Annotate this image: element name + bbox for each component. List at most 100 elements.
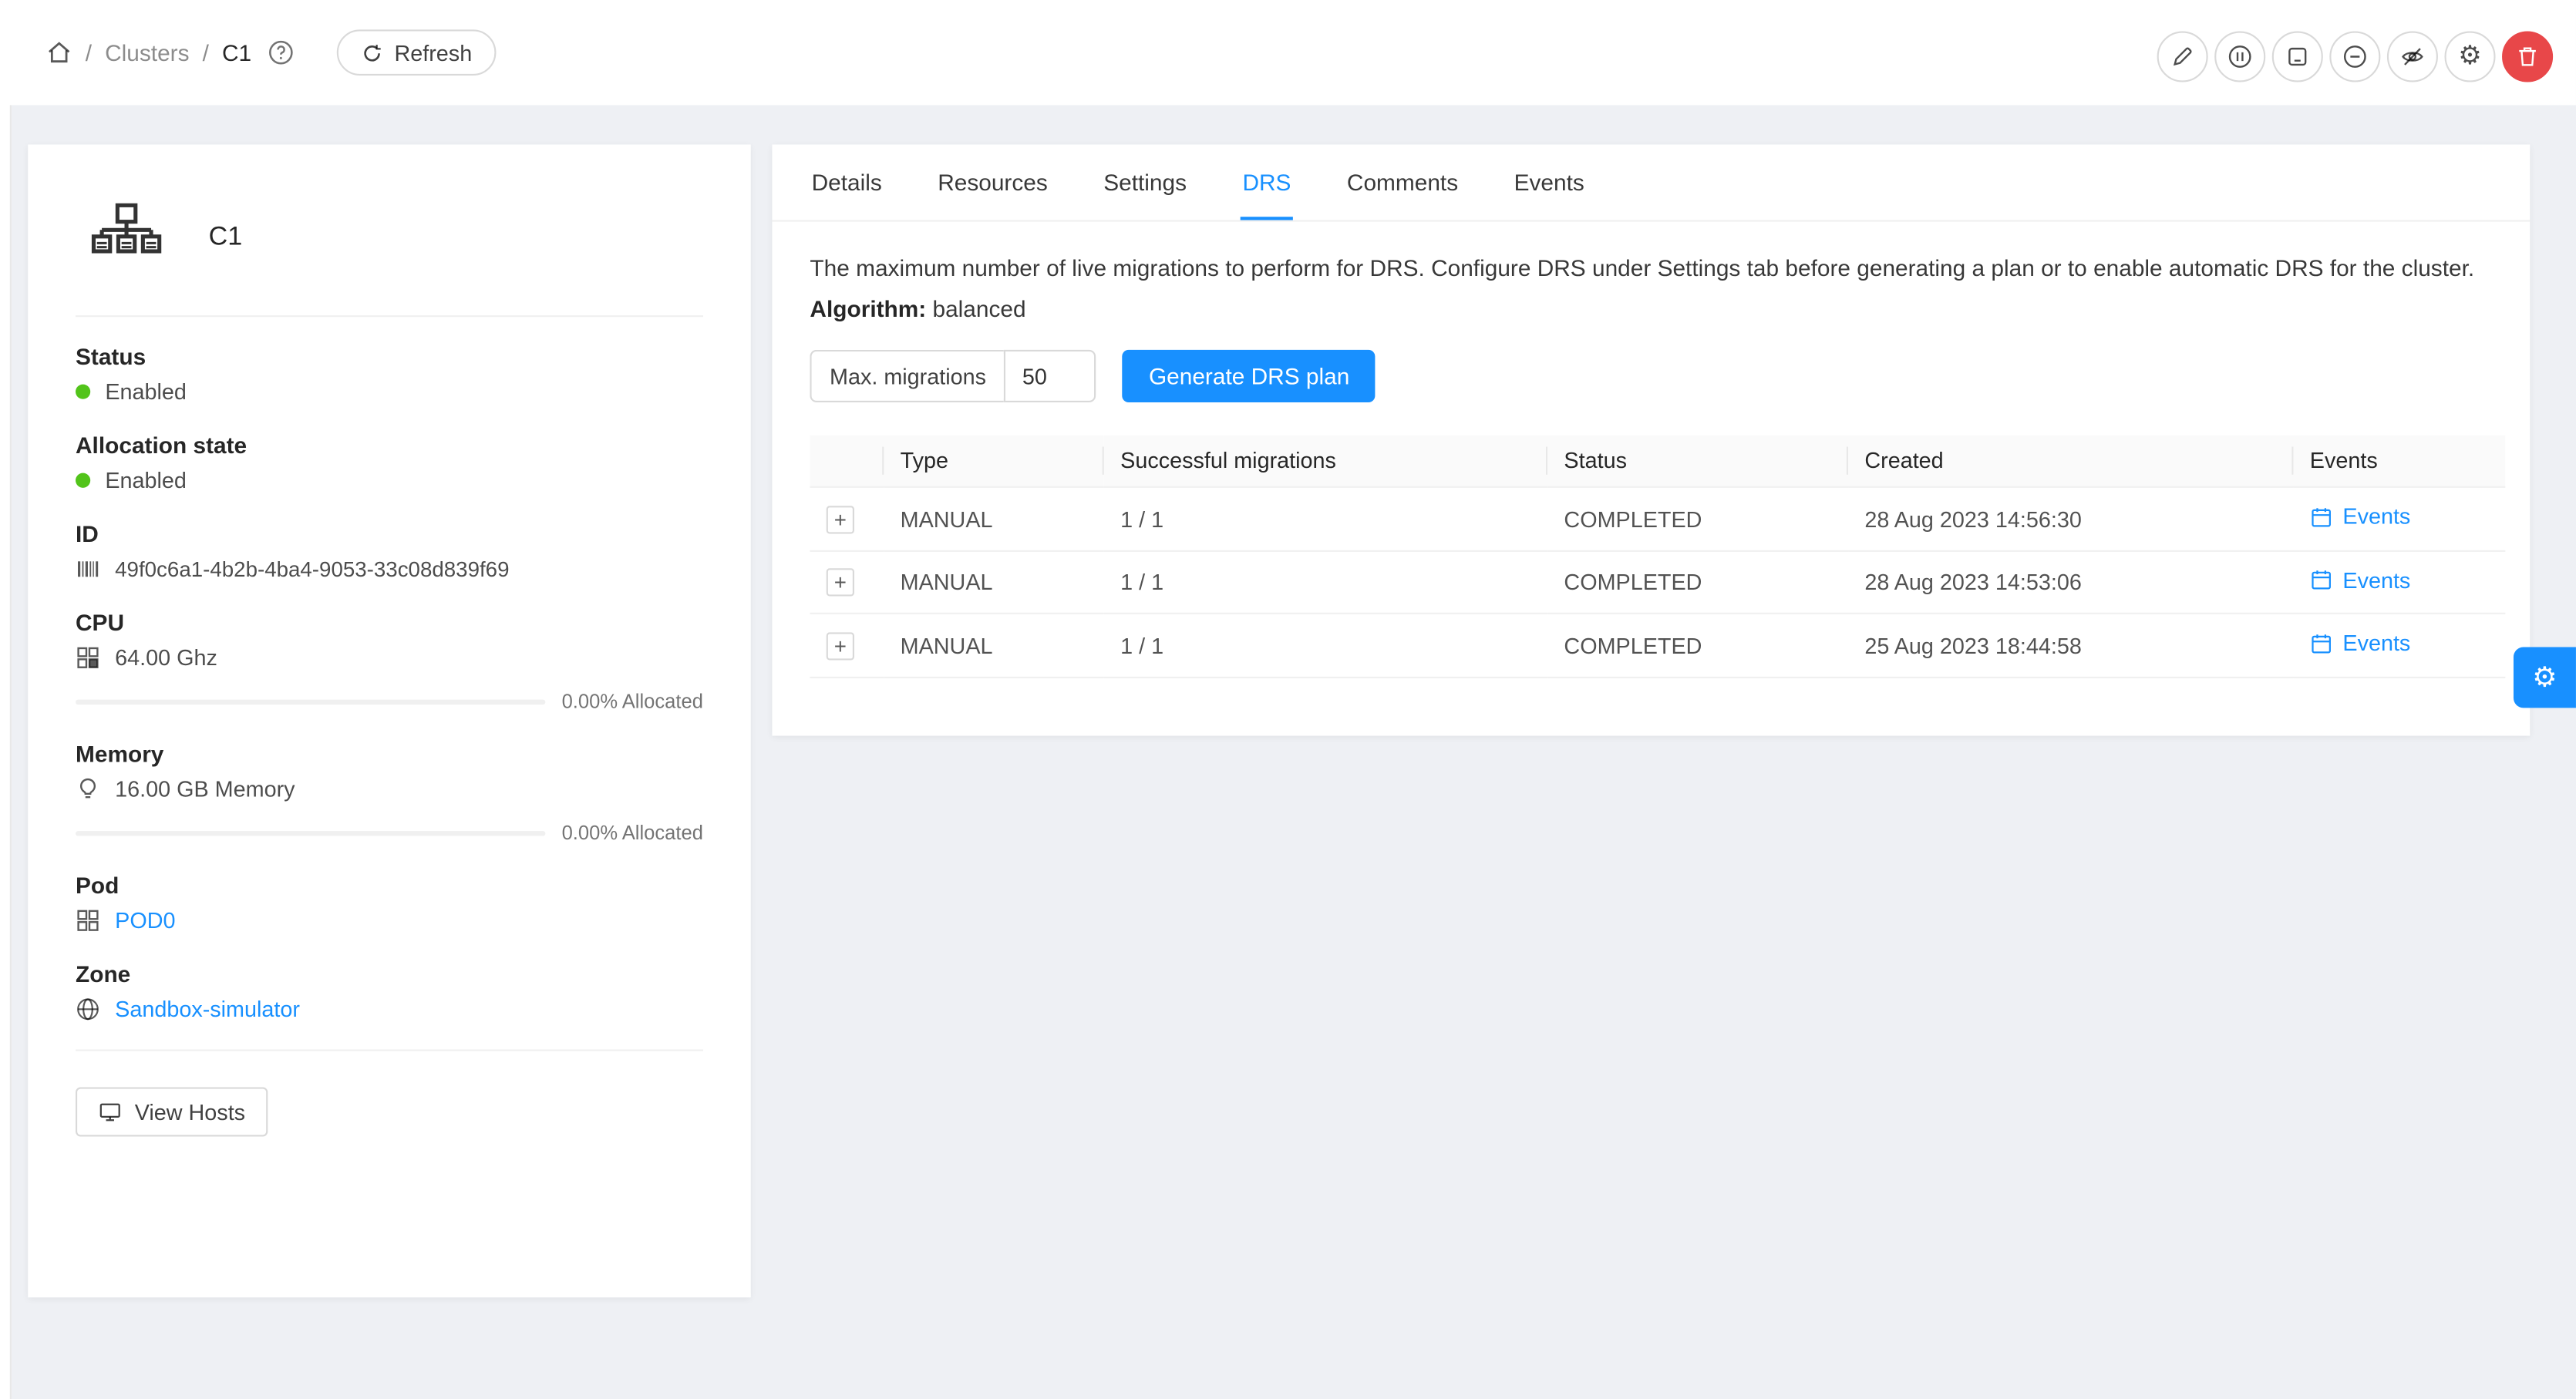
pod-link[interactable]: POD0: [115, 908, 175, 933]
resource-header: C1: [76, 187, 703, 289]
tab-drs[interactable]: DRS: [1241, 145, 1292, 220]
cell-type: MANUAL: [884, 487, 1104, 550]
breadcrumb-separator: /: [203, 39, 209, 66]
manage-cluster-button[interactable]: [2272, 31, 2323, 82]
breadcrumb-clusters[interactable]: Clusters: [105, 39, 189, 66]
generate-drs-plan-button[interactable]: Generate DRS plan: [1123, 350, 1376, 402]
field-label: Zone: [76, 960, 703, 987]
refresh-label: Refresh: [394, 40, 472, 65]
home-icon[interactable]: [46, 39, 72, 66]
cell-status: COMPLETED: [1547, 550, 1848, 614]
divider: [76, 315, 703, 317]
algorithm-value: balanced: [933, 296, 1026, 322]
breadcrumb: / Clusters / C1 Refresh: [46, 0, 497, 105]
expand-row-button[interactable]: +: [827, 631, 854, 659]
cell-expand: +: [810, 550, 884, 614]
cpu-icon: [76, 645, 100, 670]
disable-cluster-button[interactable]: [2214, 31, 2265, 82]
pod-icon: [76, 908, 100, 933]
memory-progress-bar: [76, 830, 545, 835]
tab-details[interactable]: Details: [810, 145, 883, 220]
view-hosts-label: View Hosts: [135, 1100, 245, 1125]
tab-resources[interactable]: Resources: [936, 145, 1049, 220]
monitor-icon: [99, 1101, 122, 1124]
table-header-row: Type Successful migrations Status Create…: [810, 436, 2505, 487]
question-circle-icon[interactable]: [268, 39, 294, 66]
memory-allocated: 0.00% Allocated: [562, 821, 703, 844]
tab-bar: Details Resources Settings DRS Comments …: [772, 145, 2530, 222]
globe-icon: [76, 997, 100, 1021]
calendar-icon: [2310, 506, 2333, 529]
memory-value: 16.00 GB Memory: [115, 777, 295, 802]
tab-comments[interactable]: Comments: [1345, 145, 1460, 220]
table-row: + MANUAL 1 / 1 COMPLETED 28 Aug 2023 14:…: [810, 550, 2505, 614]
collapsed-sidebar: [0, 0, 12, 1399]
edit-button[interactable]: [2157, 31, 2208, 82]
cpu-progress-bar: [76, 699, 545, 704]
cell-created: 25 Aug 2023 18:44:58: [1848, 614, 2293, 677]
table-row: + MANUAL 1 / 1 COMPLETED 28 Aug 2023 14:…: [810, 487, 2505, 550]
out-of-band-button[interactable]: [2387, 31, 2438, 82]
unmanage-cluster-button[interactable]: [2329, 31, 2380, 82]
bulb-icon: [76, 777, 100, 802]
pencil-icon: [2170, 45, 2195, 69]
cell-status: COMPLETED: [1547, 614, 1848, 677]
field-label: ID: [76, 520, 703, 546]
cpu-value: 64.00 Ghz: [115, 645, 217, 670]
pause-circle-icon: [2227, 45, 2252, 69]
divider: [76, 1050, 703, 1051]
field-label: Allocation state: [76, 432, 703, 458]
field-cpu: CPU 64.00 Ghz 0.00% Allocated: [76, 609, 703, 712]
cell-migrations: 1 / 1: [1104, 614, 1547, 677]
table-row: + MANUAL 1 / 1 COMPLETED 25 Aug 2023 18:…: [810, 614, 2505, 677]
col-type: Type: [884, 436, 1104, 487]
header-actions: ⚙: [2157, 31, 2553, 82]
cell-type: MANUAL: [884, 550, 1104, 614]
cell-migrations: 1 / 1: [1104, 550, 1547, 614]
col-events: Events: [2293, 436, 2505, 487]
expand-row-button[interactable]: +: [827, 568, 854, 596]
view-hosts-button[interactable]: View Hosts: [76, 1088, 268, 1137]
field-label: Status: [76, 343, 703, 369]
drs-controls: Max. migrations Generate DRS plan: [810, 350, 2492, 402]
max-migrations-input[interactable]: [1004, 350, 1096, 402]
drs-panel: The maximum number of live migrations to…: [772, 222, 2530, 678]
trash-icon: [2515, 45, 2540, 69]
events-link[interactable]: Events: [2310, 505, 2411, 530]
field-zone: Zone Sandbox-simulator: [76, 960, 703, 1021]
cell-expand: +: [810, 614, 884, 677]
calendar-icon: [2310, 569, 2333, 592]
field-pod: Pod POD0: [76, 872, 703, 933]
status-dot: [76, 385, 90, 399]
tab-settings[interactable]: Settings: [1102, 145, 1188, 220]
top-header: / Clusters / C1 Refresh: [0, 0, 2576, 105]
field-label: Pod: [76, 872, 703, 898]
cell-created: 28 Aug 2023 14:56:30: [1848, 487, 2293, 550]
tab-events[interactable]: Events: [1512, 145, 1585, 220]
events-link[interactable]: Events: [2310, 631, 2411, 656]
events-link[interactable]: Events: [2310, 568, 2411, 593]
gear-icon: ⚙: [2532, 661, 2557, 694]
app-root: / Clusters / C1 Refresh: [0, 0, 2576, 1399]
delete-button[interactable]: [2502, 31, 2553, 82]
configure-ha-button[interactable]: ⚙: [2444, 31, 2495, 82]
col-status: Status: [1547, 436, 1848, 487]
calendar-icon: [2310, 632, 2333, 655]
drs-description: The maximum number of live migrations to…: [810, 251, 2492, 284]
cell-events: Events: [2293, 550, 2505, 614]
cell-expand: +: [810, 487, 884, 550]
allocation-value: Enabled: [105, 468, 187, 493]
refresh-button[interactable]: Refresh: [337, 29, 497, 76]
cell-status: COMPLETED: [1547, 487, 1848, 550]
drs-plans-table: Type Successful migrations Status Create…: [810, 436, 2505, 678]
allocation-dot: [76, 473, 90, 488]
expand-row-button[interactable]: +: [827, 505, 854, 533]
field-status: Status Enabled: [76, 343, 703, 404]
zone-link[interactable]: Sandbox-simulator: [115, 997, 300, 1021]
settings-drawer-toggle[interactable]: ⚙: [2514, 647, 2576, 708]
field-memory: Memory 16.00 GB Memory 0.00% Allocated: [76, 741, 703, 844]
algorithm-label: Algorithm:: [810, 296, 926, 322]
barcode-icon: [76, 557, 100, 581]
status-value: Enabled: [105, 379, 187, 404]
cpu-allocated: 0.00% Allocated: [562, 690, 703, 713]
